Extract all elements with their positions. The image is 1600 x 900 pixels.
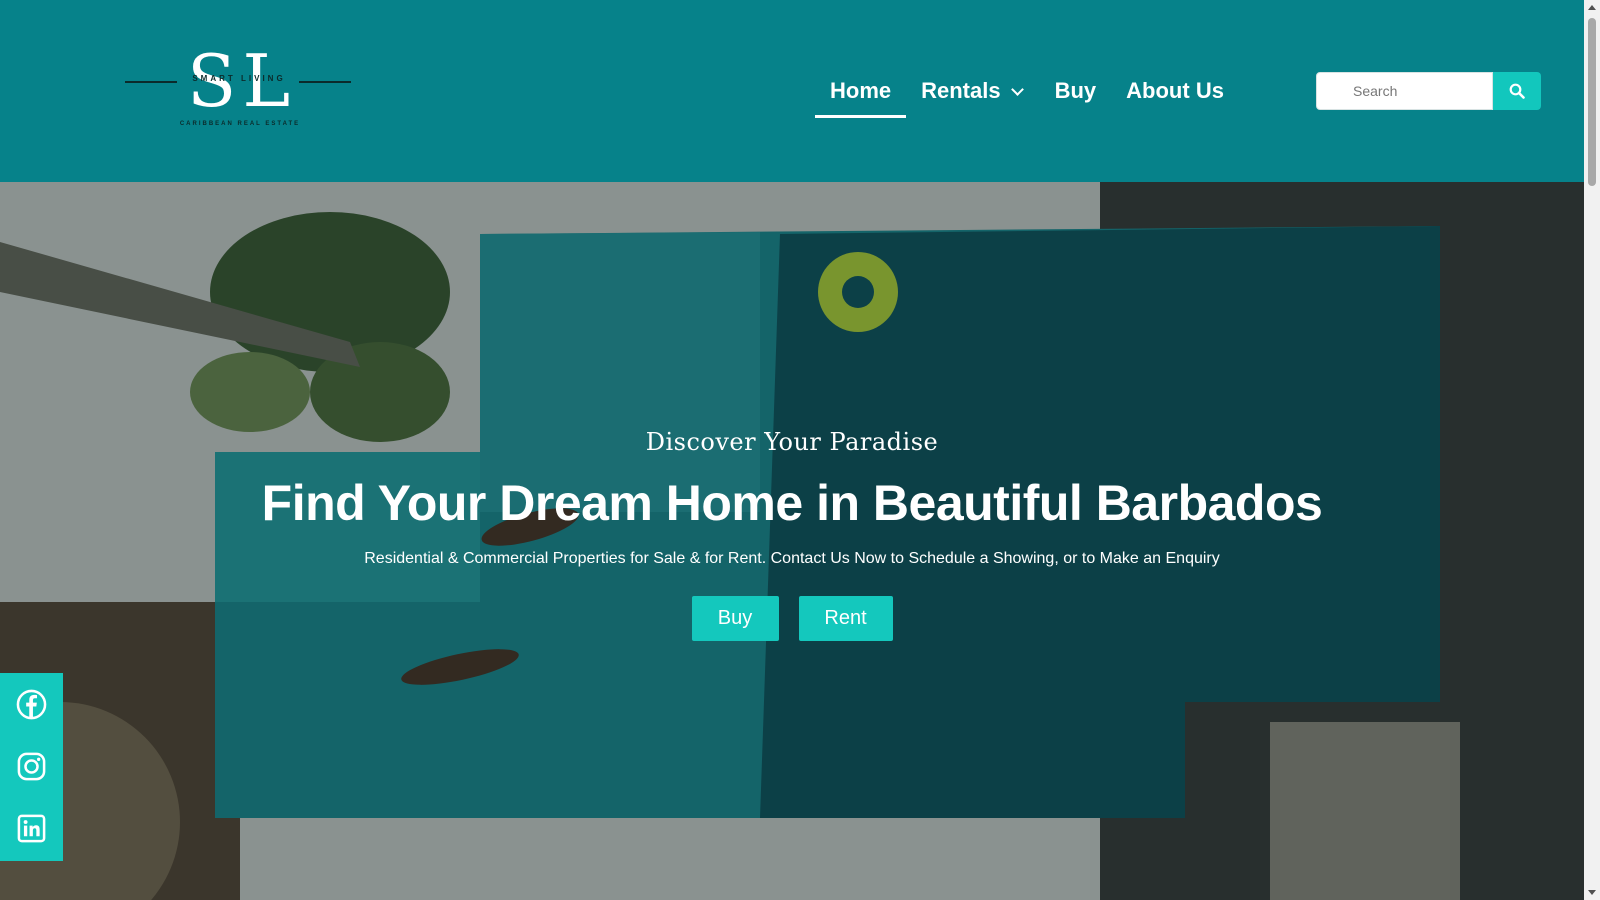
nav-item-rentals[interactable]: Rentals [906,74,1039,118]
facebook-icon[interactable] [16,689,47,720]
nav-item-home[interactable]: Home [815,74,907,118]
nav-item-about-us[interactable]: About Us [1111,74,1239,118]
nav-item-label: Rentals [921,78,1001,103]
search-form [1316,72,1541,110]
main-nav: Home Rentals Buy About Us [815,74,1239,118]
linkedin-icon[interactable] [16,813,47,844]
page-scrollbar[interactable] [1584,0,1600,900]
buy-button[interactable]: Buy [691,596,779,641]
scroll-down-arrow[interactable] [1584,884,1600,900]
site-logo[interactable]: SL SMART LIVING CARIBBEAN REAL ESTATE [125,44,351,134]
logo-line-right [299,81,351,83]
nav-item-buy[interactable]: Buy [1040,74,1112,118]
instagram-icon[interactable] [16,751,47,782]
chevron-down-icon [1011,74,1025,108]
search-input[interactable] [1316,72,1493,110]
logo-line-left [125,81,177,83]
hero-section: Discover Your Paradise Find Your Dream H… [0,182,1584,900]
nav-item-label: Home [830,78,892,103]
scroll-up-arrow[interactable] [1584,0,1600,16]
search-button[interactable] [1493,72,1541,110]
logo-tagline-top: SMART LIVING [192,74,286,83]
hero-content: Discover Your Paradise Find Your Dream H… [0,428,1584,641]
scrollbar-thumb[interactable] [1588,18,1596,186]
social-sidebar [0,673,63,861]
rent-button[interactable]: Rent [798,596,893,641]
site-header: SL SMART LIVING CARIBBEAN REAL ESTATE Ho… [0,0,1584,182]
hero-subtitle: Discover Your Paradise [645,428,939,456]
logo-tagline-bottom: CARIBBEAN REAL ESTATE [179,121,301,127]
hero-buttons: Buy Rent [0,596,1584,641]
search-icon [1509,83,1525,99]
hero-description: Residential & Commercial Properties for … [364,550,1220,567]
hero-title: Find Your Dream Home in Beautiful Barbad… [261,475,1323,531]
nav-item-label: Buy [1054,78,1097,103]
nav-item-label: About Us [1126,78,1224,103]
